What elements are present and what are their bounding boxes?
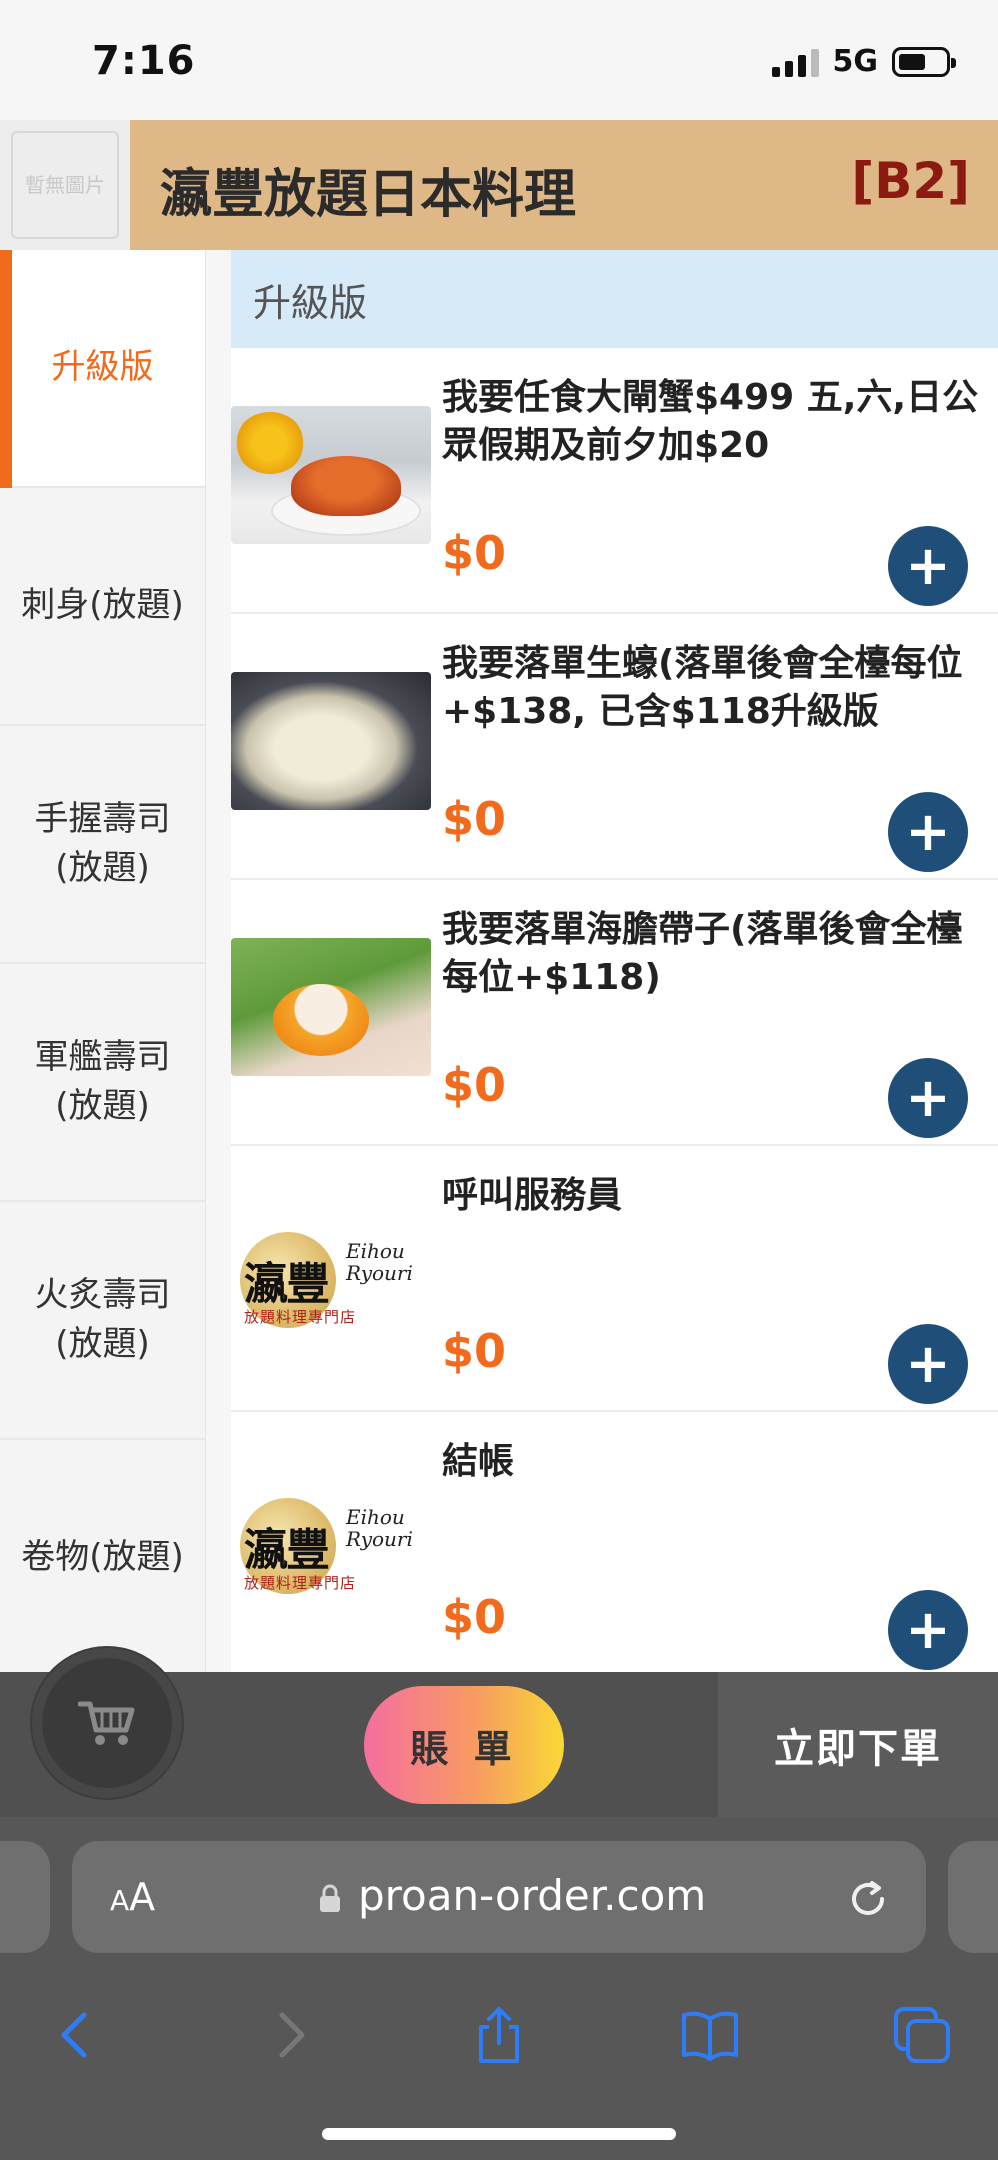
category-label: 火炙壽司 (放題) <box>34 1274 171 1364</box>
browser-toolbar <box>0 1985 998 2085</box>
logo-roman: Eihou Ryouri <box>346 1239 413 1285</box>
tabs-icon[interactable] <box>890 2003 954 2067</box>
forward-icon[interactable] <box>258 2003 322 2067</box>
menu-list: 我要任食大閘蟹$499 五,六,日公眾假期及前夕加$20 $0 + 我要落單生蠔… <box>231 348 998 1678</box>
item-name: 我要任食大閘蟹$499 五,六,日公眾假期及前夕加$20 <box>442 377 979 466</box>
category-label: 刺身(放題) <box>21 585 184 626</box>
store-name: 瀛豐放題日本料理 <box>160 165 577 225</box>
reload-icon[interactable] <box>846 1877 890 1921</box>
add-to-cart-button[interactable]: + <box>888 792 968 872</box>
category-nigiri[interactable]: 手握壽司 (放題) <box>0 726 205 964</box>
item-name: 呼叫服務員 <box>442 1175 623 1216</box>
add-to-cart-button[interactable]: + <box>888 1058 968 1138</box>
category-sashimi[interactable]: 刺身(放題) <box>0 488 205 726</box>
cellular-signal-icon <box>771 47 819 77</box>
category-gunkan[interactable]: 軍艦壽司 (放題) <box>0 964 205 1202</box>
item-name: 我要落單海膽帶子(落單後會全檯每位+$118) <box>442 909 963 998</box>
shopping-cart-icon <box>78 1701 135 1745</box>
item-price: $0 <box>442 792 507 846</box>
section-header: 升級版 <box>231 250 998 348</box>
category-upgrade[interactable]: 升級版 <box>0 250 205 488</box>
status-bar: 7:16 5G <box>0 0 998 120</box>
item-price: $0 <box>442 1324 507 1378</box>
item-price: $0 <box>442 1590 507 1644</box>
cart-button[interactable] <box>32 1648 182 1798</box>
item-name: 結帳 <box>442 1441 515 1482</box>
category-label: 軍艦壽司 (放題) <box>34 1036 171 1126</box>
store-header: 暫無圖片 瀛豐放題日本料理 [B2] <box>0 120 998 250</box>
menu-item[interactable]: 瀛豐 Eihou Ryouri 放題料理專門店 結帳 $0 + <box>231 1412 998 1678</box>
item-price: $0 <box>442 1058 507 1112</box>
menu-item[interactable]: 我要落單海膽帶子(落單後會全檯每位+$118) $0 + <box>231 880 998 1146</box>
category-label: 卷物(放題) <box>21 1537 184 1578</box>
logo-subtitle: 放題料理專門店 <box>244 1574 357 1592</box>
store-logo-placeholder: 暫無圖片 <box>0 120 130 250</box>
plus-icon: + <box>905 1598 951 1661</box>
cart-bar: 賬 單 立即下單 <box>0 1648 998 1817</box>
category-aburi[interactable]: 火炙壽司 (放題) <box>0 1202 205 1440</box>
scallop-photo <box>231 938 431 1076</box>
menu-item[interactable]: 我要任食大閘蟹$499 五,六,日公眾假期及前夕加$20 $0 + <box>231 348 998 614</box>
logo-subtitle: 放題料理專門店 <box>244 1308 357 1326</box>
category-maki[interactable]: 卷物(放題) <box>0 1440 205 1678</box>
category-label: 升級版 <box>51 347 154 388</box>
no-image-placeholder: 暫無圖片 <box>11 131 119 239</box>
add-to-cart-button[interactable]: + <box>888 526 968 606</box>
browser-chrome: AA proan-order.com <box>0 1817 998 2160</box>
plus-icon: + <box>905 1332 951 1395</box>
address-bar[interactable]: AA proan-order.com <box>72 1841 926 1953</box>
item-name: 我要落單生蠔(落單後會全檯每位+$138, 已含$118升級版 <box>442 643 963 732</box>
logo-chars: 瀛豐 <box>244 1525 330 1576</box>
previous-tab-preview[interactable] <box>0 1841 50 1953</box>
crab-photo <box>231 406 431 544</box>
menu-item[interactable]: 我要落單生蠔(落單後會全檯每位+$138, 已含$118升級版 $0 + <box>231 614 998 880</box>
plus-icon: + <box>905 800 951 863</box>
add-to-cart-button[interactable]: + <box>888 1590 968 1670</box>
text-size-button[interactable]: AA <box>110 1875 155 1919</box>
item-price: $0 <box>442 526 507 580</box>
plus-icon: + <box>905 1066 951 1129</box>
url-text: proan-order.com <box>358 1871 707 1920</box>
lock-icon <box>320 1884 340 1912</box>
category-label: 手握壽司 (放題) <box>34 798 171 888</box>
battery-icon <box>892 46 956 77</box>
place-order-button[interactable]: 立即下單 <box>718 1672 998 1817</box>
plus-icon: + <box>905 534 951 597</box>
status-time: 7:16 <box>92 38 196 84</box>
category-sidebar: 升級版 刺身(放題) 手握壽司 (放題) 軍艦壽司 (放題) 火炙壽司 (放題)… <box>0 250 206 1678</box>
status-indicators: 5G <box>771 44 956 79</box>
store-logo-image: 瀛豐 Eihou Ryouri 放題料理專門店 <box>231 1470 431 1608</box>
network-type: 5G <box>832 44 879 79</box>
table-code: [B2] <box>851 152 970 210</box>
logo-chars: 瀛豐 <box>244 1259 330 1310</box>
share-icon[interactable] <box>467 2003 531 2067</box>
add-to-cart-button[interactable]: + <box>888 1324 968 1404</box>
store-logo-image: 瀛豐 Eihou Ryouri 放題料理專門店 <box>231 1204 431 1342</box>
next-tab-preview[interactable] <box>948 1841 998 1953</box>
oyster-photo <box>231 672 431 810</box>
bill-button[interactable]: 賬 單 <box>364 1686 564 1804</box>
home-indicator <box>322 2128 676 2140</box>
logo-roman: Eihou Ryouri <box>346 1505 413 1551</box>
bookmarks-icon[interactable] <box>678 2003 742 2067</box>
back-icon[interactable] <box>44 2003 108 2067</box>
menu-item[interactable]: 瀛豐 Eihou Ryouri 放題料理專門店 呼叫服務員 $0 + <box>231 1146 998 1412</box>
